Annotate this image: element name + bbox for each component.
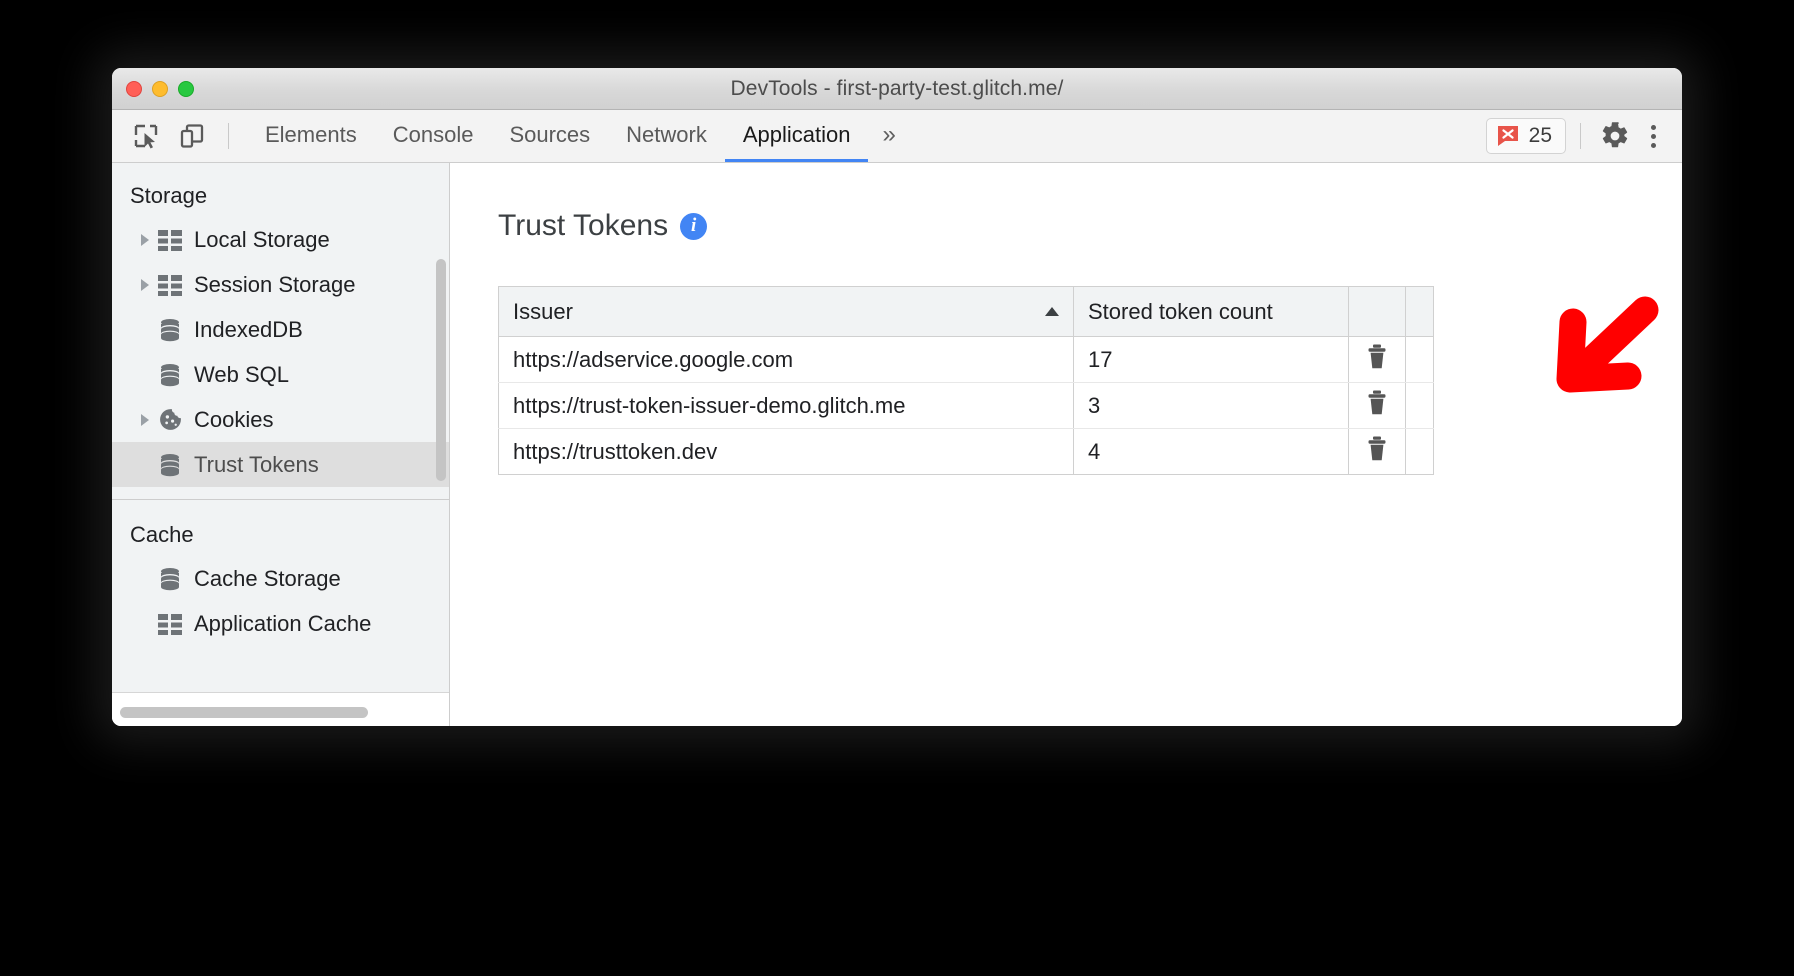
inspect-element-icon[interactable] [126, 116, 166, 156]
sidebar-item-label: IndexedDB [194, 317, 303, 343]
trust-tokens-table: Issuer Stored token count [498, 286, 1434, 475]
sidebar-item-web-sql[interactable]: Web SQL [112, 352, 449, 397]
column-header-spacer [1406, 287, 1434, 337]
cell-spacer [1406, 383, 1434, 429]
column-header-actions [1349, 287, 1406, 337]
cell-delete[interactable] [1349, 429, 1406, 475]
sidebar-item-session-storage[interactable]: Session Storage [112, 262, 449, 307]
tab-sources[interactable]: Sources [491, 110, 608, 162]
cell-delete[interactable] [1349, 337, 1406, 383]
sidebar-section-storage-title: Storage [112, 177, 449, 217]
sidebar-item-label: Cache Storage [194, 566, 341, 592]
error-count-label: 25 [1529, 124, 1552, 148]
cell-spacer [1406, 337, 1434, 383]
device-toolbar-icon[interactable] [172, 116, 212, 156]
column-header-label: Stored token count [1088, 299, 1273, 325]
toolbar-divider-right [1580, 123, 1581, 149]
database-icon [156, 453, 184, 477]
cell-token-count: 3 [1074, 383, 1349, 429]
devtools-toolbar: Elements Console Sources Network Applica… [112, 110, 1682, 163]
cookie-icon [156, 407, 184, 432]
trust-tokens-panel: Trust Tokens i Issuer [450, 163, 1682, 726]
error-callout-icon [1496, 124, 1520, 148]
kebab-menu-icon[interactable] [1639, 125, 1668, 148]
application-sidebar: Storage [112, 163, 450, 726]
database-icon [156, 567, 184, 591]
cell-delete[interactable] [1349, 383, 1406, 429]
sidebar-item-cache-storage[interactable]: Cache Storage [112, 556, 449, 601]
column-header-issuer[interactable]: Issuer [499, 287, 1074, 337]
sidebar-item-label: Session Storage [194, 272, 355, 298]
page-title: Trust Tokens [498, 209, 668, 243]
window-title: DevTools - first-party-test.glitch.me/ [112, 77, 1682, 101]
trash-icon[interactable] [1366, 344, 1388, 370]
trash-icon[interactable] [1366, 436, 1388, 462]
sidebar-scrollbar-track [112, 692, 449, 726]
sidebar-item-label: Cookies [194, 407, 273, 433]
red-arrow-down-left-annotation [1545, 296, 1661, 405]
sort-ascending-icon [1045, 307, 1059, 316]
toolbar-right-controls: 25 [1486, 110, 1668, 162]
cell-token-count: 17 [1074, 337, 1349, 383]
table-row[interactable]: https://adservice.google.com 17 [499, 337, 1434, 383]
sidebar-item-application-cache[interactable]: Application Cache [112, 601, 449, 646]
sidebar-horizontal-scrollbar[interactable] [120, 707, 368, 718]
sidebar-section-cache-title: Cache [112, 500, 449, 556]
devtools-window: DevTools - first-party-test.glitch.me/ [112, 68, 1682, 726]
screenshot-stage: DevTools - first-party-test.glitch.me/ [0, 0, 1794, 976]
storage-tree: Storage [112, 163, 449, 692]
gear-icon[interactable] [1595, 116, 1635, 156]
panel-tabs: Elements Console Sources Network Applica… [247, 110, 910, 162]
table-row[interactable]: https://trust-token-issuer-demo.glitch.m… [499, 383, 1434, 429]
sidebar-item-label: Trust Tokens [194, 452, 319, 478]
cell-issuer: https://adservice.google.com [499, 337, 1074, 383]
column-header-stored-token-count[interactable]: Stored token count [1074, 287, 1349, 337]
tab-network[interactable]: Network [608, 110, 725, 162]
column-header-label: Issuer [513, 299, 573, 325]
tab-application[interactable]: Application [725, 110, 869, 162]
info-icon[interactable]: i [680, 213, 707, 240]
cell-issuer: https://trust-token-issuer-demo.glitch.m… [499, 383, 1074, 429]
database-icon [156, 363, 184, 387]
cell-spacer [1406, 429, 1434, 475]
table-header-row: Issuer Stored token count [499, 287, 1434, 337]
expand-arrow-icon[interactable] [134, 234, 156, 246]
expand-arrow-icon[interactable] [134, 279, 156, 291]
sidebar-item-label: Application Cache [194, 611, 371, 637]
tab-elements[interactable]: Elements [247, 110, 375, 162]
database-icon [156, 318, 184, 342]
grid-table-icon [156, 229, 184, 251]
panel-header: Trust Tokens i [450, 163, 1682, 243]
grid-table-icon [156, 274, 184, 296]
cell-token-count: 4 [1074, 429, 1349, 475]
toolbar-left-controls [126, 110, 239, 162]
trash-icon[interactable] [1366, 390, 1388, 416]
more-tabs-chevron-icon[interactable]: » [868, 110, 909, 162]
cell-issuer: https://trusttoken.dev [499, 429, 1074, 475]
sidebar-item-local-storage[interactable]: Local Storage [112, 217, 449, 262]
sidebar-vertical-scrollbar[interactable] [436, 259, 446, 481]
tab-console[interactable]: Console [375, 110, 492, 162]
grid-table-icon [156, 613, 184, 635]
sidebar-item-cookies[interactable]: Cookies [112, 397, 449, 442]
error-count-badge[interactable]: 25 [1486, 118, 1566, 154]
window-title-bar: DevTools - first-party-test.glitch.me/ [112, 68, 1682, 110]
sidebar-item-label: Web SQL [194, 362, 289, 388]
toolbar-divider [228, 123, 229, 149]
expand-arrow-icon[interactable] [134, 414, 156, 426]
devtools-body: Storage [112, 163, 1682, 726]
sidebar-item-trust-tokens[interactable]: Trust Tokens [112, 442, 449, 487]
sidebar-item-label: Local Storage [194, 227, 330, 253]
sidebar-item-indexeddb[interactable]: IndexedDB [112, 307, 449, 352]
table-row[interactable]: https://trusttoken.dev 4 [499, 429, 1434, 475]
